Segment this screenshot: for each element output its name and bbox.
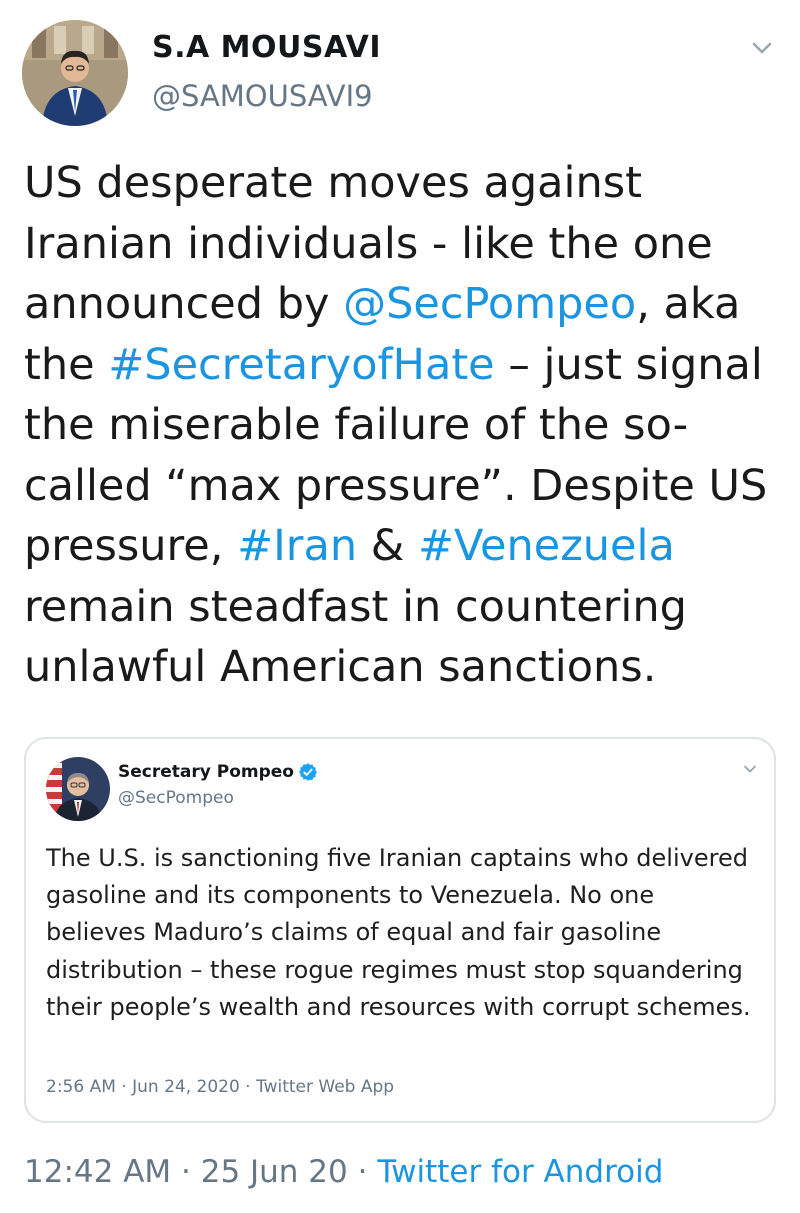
- quoted-tweet-text: The U.S. is sanctioning five Iranian cap…: [46, 844, 751, 1021]
- quoted-author-avatar[interactable]: [46, 757, 110, 821]
- quoted-tweet-meta: 2:56 AM · Jun 24, 2020 · Twitter Web App: [46, 1075, 394, 1099]
- tweet-text-part: remain steadfast in countering unlawful …: [24, 581, 687, 693]
- quoted-author-info: Secretary Pompeo @SecPompeo: [118, 759, 318, 811]
- meta-separator: ·: [115, 1077, 133, 1097]
- tweet-source[interactable]: Twitter for Android: [377, 1154, 663, 1190]
- tweet-meta: 12:42 AM · 25 Jun 20 · Twitter for Andro…: [24, 1150, 663, 1194]
- chevron-down-icon[interactable]: [746, 32, 778, 64]
- tweet: S.A MOUSAVI @SAMOUSAVI9 US desperate mov…: [0, 0, 800, 1213]
- hashtag-iran[interactable]: #Iran: [237, 521, 357, 571]
- verified-badge-icon: [298, 763, 317, 781]
- quoted-display-name[interactable]: Secretary Pompeo: [118, 759, 294, 785]
- meta-separator: ·: [239, 1077, 256, 1097]
- tweet-time[interactable]: 12:42 AM: [24, 1154, 171, 1190]
- author-avatar[interactable]: [22, 20, 128, 126]
- quoted-name-row: Secretary Pompeo: [118, 759, 318, 785]
- tweet-text-part: &: [357, 521, 418, 571]
- author-display-name[interactable]: S.A MOUSAVI: [152, 28, 381, 68]
- hashtag-venezuela[interactable]: #Venezuela: [418, 521, 675, 571]
- author-info: S.A MOUSAVI @SAMOUSAVI9: [152, 28, 381, 116]
- tweet-text: US desperate moves against Iranian indiv…: [24, 153, 784, 698]
- tweet-date[interactable]: 25 Jun 20: [201, 1154, 348, 1190]
- quoted-time[interactable]: 2:56 AM: [46, 1077, 116, 1097]
- author-handle[interactable]: @SAMOUSAVI9: [152, 76, 381, 116]
- quoted-source[interactable]: Twitter Web App: [256, 1077, 394, 1097]
- mention-secpompeo[interactable]: @SecPompeo: [343, 279, 636, 329]
- meta-separator: ·: [347, 1154, 378, 1190]
- quoted-handle[interactable]: @SecPompeo: [118, 785, 318, 811]
- hashtag-secretaryofhate[interactable]: #SecretaryofHate: [108, 340, 494, 390]
- tweet-header: S.A MOUSAVI @SAMOUSAVI9: [22, 20, 782, 130]
- quoted-date[interactable]: Jun 24, 2020: [132, 1077, 240, 1097]
- quoted-tweet-card[interactable]: Secretary Pompeo @SecPompeo The U.S. is …: [24, 737, 776, 1123]
- meta-separator: ·: [171, 1154, 201, 1190]
- quoted-chevron-down-icon[interactable]: [740, 759, 760, 779]
